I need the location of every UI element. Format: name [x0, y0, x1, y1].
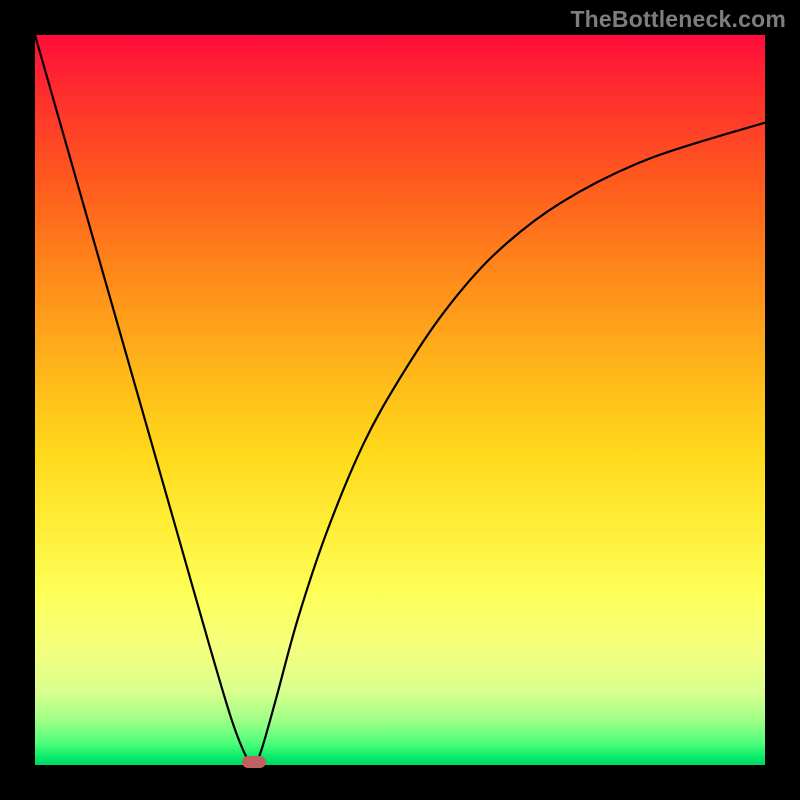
plot-area — [35, 35, 765, 765]
chart-frame: TheBottleneck.com — [0, 0, 800, 800]
bottleneck-curve — [35, 35, 765, 765]
optimal-marker — [242, 756, 266, 768]
watermark-label: TheBottleneck.com — [570, 6, 786, 33]
